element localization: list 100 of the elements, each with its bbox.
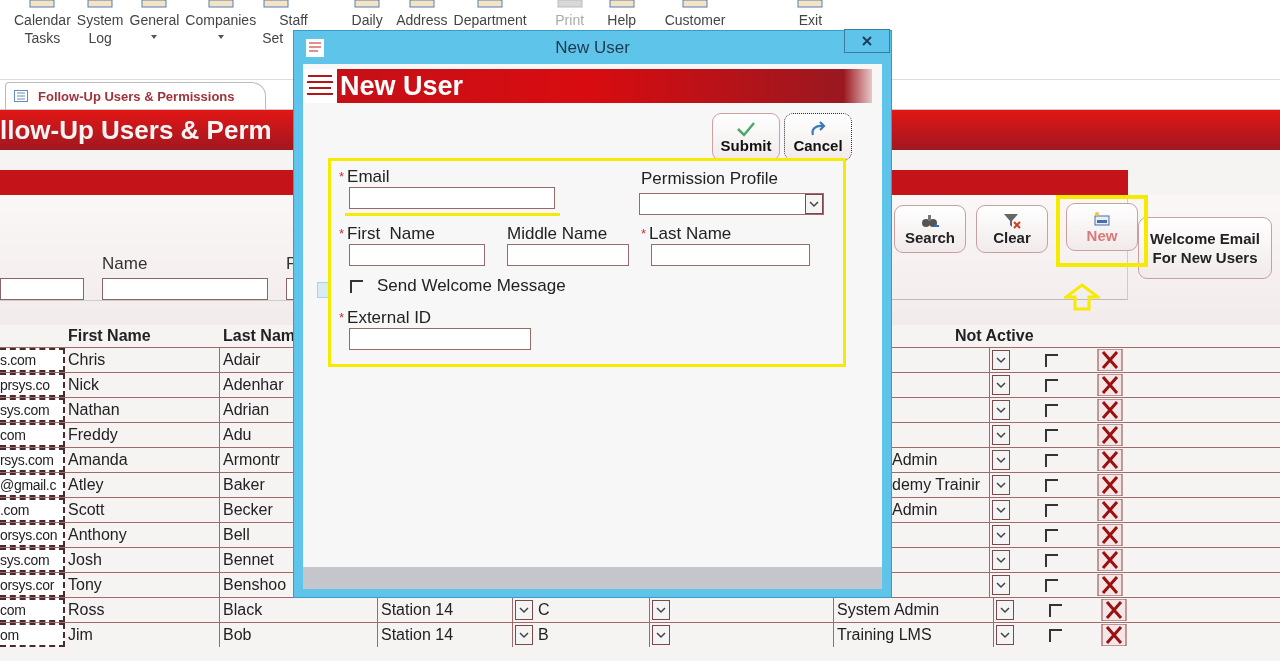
toolbar-label[interactable]: Log (88, 29, 112, 47)
clear-button[interactable]: Clear (976, 205, 1048, 253)
table-cell: Chris (65, 348, 220, 372)
close-icon (862, 36, 872, 46)
toolbar-label[interactable]: Companies (185, 11, 257, 29)
caret-icon[interactable] (151, 35, 158, 39)
cancel-button[interactable]: Cancel (784, 113, 852, 161)
checkbox[interactable] (1044, 403, 1058, 417)
delete-icon[interactable] (1097, 399, 1123, 421)
delete-icon[interactable] (1097, 374, 1123, 396)
table-cell: Training LMS (834, 623, 994, 647)
table-cell: Nathan (65, 398, 220, 422)
checkbox[interactable] (1044, 528, 1058, 542)
table-cell: com (0, 598, 65, 622)
field-label: Middle Name (507, 224, 608, 243)
funnel-icon (1002, 212, 1022, 229)
delete-icon[interactable] (1101, 599, 1127, 621)
table-cell: demy Trainir (892, 476, 981, 494)
submit-button[interactable]: Submit (712, 113, 780, 161)
delete-icon[interactable] (1097, 449, 1123, 471)
external-id-field[interactable] (349, 328, 531, 350)
table-cell: s.com (0, 348, 65, 372)
last-name-field[interactable] (651, 244, 810, 266)
toolbar-label[interactable]: Set (262, 29, 284, 47)
field-label: External ID (347, 308, 432, 327)
toolbar-label[interactable]: Tasks (24, 29, 61, 47)
window-title: New User (554, 37, 631, 58)
table-cell: orsys.con (0, 523, 65, 547)
delete-icon[interactable] (1101, 624, 1127, 646)
checkbox[interactable] (1048, 628, 1062, 642)
toolbar-label[interactable]: System (76, 11, 124, 29)
table-cell: Nick (65, 373, 220, 397)
delete-icon[interactable] (1097, 574, 1123, 596)
table-cell: orsys.cor (0, 573, 65, 597)
required-mark: * (339, 310, 345, 325)
delete-icon[interactable] (1097, 424, 1123, 446)
table-cell: Station 14 (378, 623, 513, 647)
email-field[interactable] (349, 187, 555, 209)
checkbox[interactable] (1044, 378, 1058, 392)
table-cell: Tony (65, 573, 220, 597)
checkbox[interactable] (1048, 603, 1062, 617)
search-field[interactable] (0, 278, 84, 300)
column-header: Last Nam (222, 327, 297, 345)
table-cell: Admin (892, 501, 938, 519)
up-arrow-icon (1064, 283, 1100, 311)
toolbar-label[interactable]: Calendar (14, 11, 71, 29)
table-cell: Bob (220, 623, 378, 647)
toolbar-label[interactable]: Exit (798, 11, 823, 29)
form-icon (14, 90, 28, 102)
close-button[interactable] (844, 29, 890, 53)
table-cell: .com (0, 498, 65, 522)
table-cell: prsys.co (0, 373, 65, 397)
delete-icon[interactable] (1097, 474, 1123, 496)
checkbox[interactable] (1044, 428, 1058, 442)
middle-name-field[interactable] (507, 244, 629, 266)
checkbox[interactable] (350, 279, 363, 293)
column-header: First Name (67, 327, 152, 345)
binoculars-icon (920, 212, 940, 229)
checkbox-label: Send Welcome Message (377, 276, 566, 296)
delete-icon[interactable] (1097, 524, 1123, 546)
caret-icon[interactable] (217, 35, 224, 39)
field-label: Email (347, 167, 390, 186)
checkbox[interactable] (1044, 453, 1058, 467)
toolbar-label[interactable]: Daily (351, 11, 383, 29)
delete-icon[interactable] (1097, 499, 1123, 521)
welcome-email-button[interactable]: Welcome Email For New Users (1138, 217, 1272, 279)
table-cell: om (0, 623, 65, 647)
required-mark: * (339, 226, 345, 241)
toolbar-label[interactable]: Staff (279, 11, 308, 29)
permission-profile-dropdown[interactable] (639, 193, 824, 215)
table-cell: sys.com (0, 548, 65, 572)
field-label: Last Name (649, 224, 732, 243)
document-tab[interactable]: Follow-Up Users & Permissions (5, 82, 266, 109)
table-cell: Ross (65, 598, 220, 622)
field-label: Name (102, 254, 149, 274)
table-cell: sys.com (0, 398, 65, 422)
table-cell: Admin (892, 451, 938, 469)
checkbox[interactable] (1044, 578, 1058, 592)
toolbar-label[interactable]: Help (607, 11, 637, 29)
table-cell: B (535, 623, 650, 647)
checkbox[interactable] (1044, 553, 1058, 567)
delete-icon[interactable] (1097, 549, 1123, 571)
checkbox[interactable] (1044, 503, 1058, 517)
search-field[interactable] (102, 278, 268, 300)
logo-icon (306, 38, 324, 57)
table-cell: Jim (65, 623, 220, 647)
toolbar-label[interactable]: General (129, 11, 180, 29)
delete-icon[interactable] (1097, 349, 1123, 371)
toolbar-label[interactable]: Department (453, 11, 527, 29)
column-header: Not Active (954, 327, 1035, 345)
search-button[interactable]: Search (894, 205, 966, 253)
curved-arrow-icon (808, 120, 828, 137)
checkbox[interactable] (1044, 478, 1058, 492)
table-cell: Josh (65, 548, 220, 572)
table-cell: com (0, 423, 65, 447)
first-name-field[interactable] (349, 244, 485, 266)
toolbar-label[interactable]: Customer (664, 11, 726, 29)
toolbar-label[interactable]: Address (396, 11, 448, 29)
table-cell: rsys.com (0, 448, 65, 472)
checkbox[interactable] (1044, 353, 1058, 367)
